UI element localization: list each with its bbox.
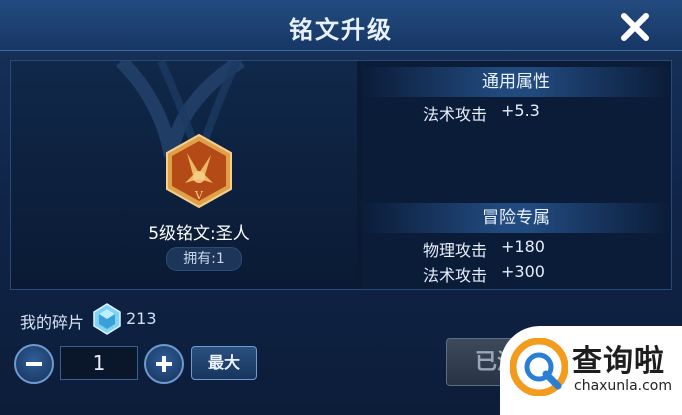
general-attributes-title: 通用属性 <box>482 72 550 92</box>
increase-button[interactable] <box>144 344 184 384</box>
watermark-url: chaxunla.com <box>574 378 672 394</box>
decrease-button[interactable] <box>14 344 54 384</box>
adventure-exclusive-header: 冒险专属 <box>361 203 671 233</box>
watermark-text: 查询啦 <box>572 344 665 379</box>
rune-name: 5级铭文:圣人 <box>148 224 250 244</box>
dialog-title: 铭文升级 <box>289 16 393 44</box>
rune-display: V 5级铭文:圣人 拥有:1 <box>11 61 357 289</box>
stat-label: 法术攻击 <box>422 105 487 124</box>
adventure-stat-row: 法术攻击 +300 <box>387 262 667 285</box>
title-bar: 铭文升级 <box>0 0 682 51</box>
rune-badge-icon: V <box>166 133 232 209</box>
minus-icon <box>26 362 42 366</box>
general-attributes-header: 通用属性 <box>361 67 671 97</box>
fragments-label: 我的碎片 <box>20 313 85 332</box>
owned-count-badge: 拥有:1 <box>166 247 242 271</box>
adventure-exclusive-title: 冒险专属 <box>482 208 550 228</box>
stat-label: 物理攻击 <box>422 241 487 260</box>
general-stat-row: 法术攻击 +5.3 <box>387 101 667 124</box>
attribute-panel: 通用属性 法术攻击 +5.3 冒险专属 物理攻击 +180 法术攻击 +300 <box>361 61 671 289</box>
stat-value: +180 <box>501 237 545 256</box>
close-button[interactable] <box>618 10 652 44</box>
rune-info-panel: V 5级铭文:圣人 拥有:1 通用属性 法术攻击 +5.3 冒险专属 物理攻击 … <box>10 60 672 290</box>
dialog-frame: 铭文升级 V 5级铭文:圣人 拥有:1 通用属性 法术攻击 +5.3 冒险专属 … <box>0 0 682 415</box>
watermark: 查询啦 chaxunla.com <box>500 326 682 415</box>
stat-value: +5.3 <box>501 101 540 120</box>
adventure-stat-row: 物理攻击 +180 <box>387 237 667 260</box>
stat-label: 法术攻击 <box>422 266 487 285</box>
watermark-logo-icon <box>510 338 568 396</box>
quantity-field[interactable]: 1 <box>60 346 138 380</box>
close-icon <box>621 13 649 41</box>
crystal-icon <box>93 303 121 335</box>
max-button[interactable]: 最大 <box>191 346 257 380</box>
plus-icon <box>156 356 172 372</box>
svg-text:V: V <box>194 189 204 202</box>
stat-value: +300 <box>501 262 545 281</box>
fragments-count: 213 <box>126 309 157 328</box>
